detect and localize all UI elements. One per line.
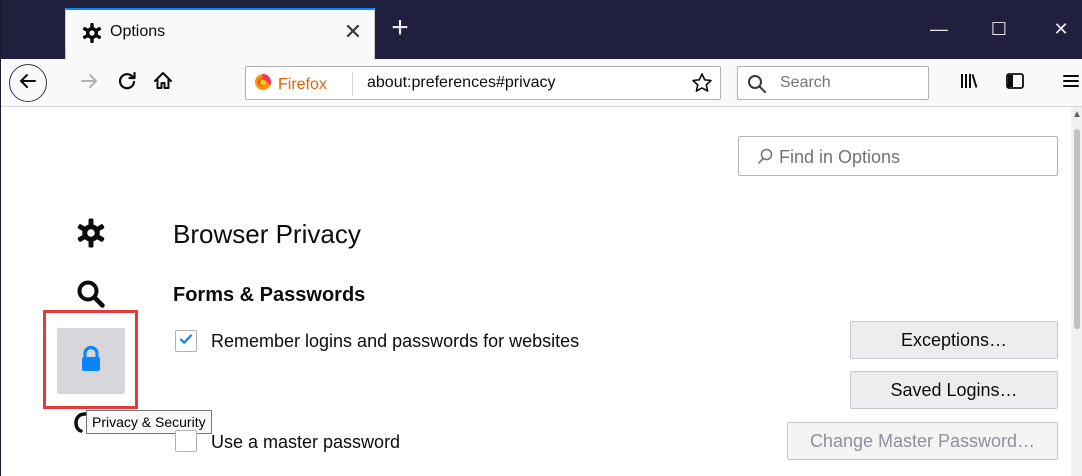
tab-options[interactable]: Options ✕	[65, 8, 375, 59]
category-general[interactable]	[75, 217, 107, 254]
master-password-checkbox[interactable]	[175, 430, 197, 452]
section-title: Forms & Passwords	[173, 284, 366, 306]
home-button[interactable]	[145, 65, 181, 101]
bookmark-star-icon[interactable]	[690, 71, 714, 95]
browser-window: Options ✕ + — ☐ ✕ Firefox about:preferen…	[0, 0, 1082, 476]
reload-button[interactable]	[109, 65, 145, 101]
page-title: Browser Privacy	[173, 219, 361, 249]
change-master-password-button[interactable]: Change Master Password…	[787, 422, 1058, 460]
sidebar-icon	[1005, 72, 1025, 95]
remember-logins-checkbox[interactable]	[175, 330, 197, 352]
url-separator	[352, 72, 353, 96]
remember-logins-label[interactable]: Remember logins and passwords for websit…	[211, 331, 579, 352]
tab-bar: Options ✕ + — ☐ ✕	[1, 0, 1082, 59]
back-arrow-icon	[18, 71, 38, 96]
preferences-content: Find in Options Privacy & Security Brows…	[1, 107, 1082, 476]
category-search[interactable]	[75, 279, 107, 313]
scroll-up-icon[interactable]: ▲	[1072, 109, 1082, 120]
new-tab-button[interactable]: +	[385, 13, 415, 44]
vertical-scrollbar[interactable]: ▲	[1071, 107, 1082, 476]
tab-close-icon[interactable]: ✕	[341, 20, 365, 44]
search-icon	[747, 74, 767, 99]
home-icon	[152, 70, 174, 97]
forward-arrow-icon	[79, 71, 99, 96]
forward-button[interactable]	[71, 65, 107, 101]
search-icon	[757, 148, 773, 171]
url-bar[interactable]: Firefox about:preferences#privacy	[245, 66, 721, 100]
exceptions-button[interactable]: Exceptions…	[850, 321, 1058, 359]
navigation-toolbar: Firefox about:preferences#privacy Search	[1, 59, 1082, 107]
search-bar[interactable]: Search	[737, 66, 929, 100]
maximize-button[interactable]: ☐	[979, 14, 1019, 44]
sidebar-button[interactable]	[997, 65, 1033, 101]
menu-button[interactable]	[1053, 65, 1082, 101]
gear-icon	[82, 22, 102, 44]
library-icon	[959, 72, 979, 95]
find-placeholder: Find in Options	[779, 147, 901, 167]
back-button[interactable]	[9, 64, 47, 102]
firefox-logo-icon	[254, 73, 272, 96]
scrollbar-thumb[interactable]	[1074, 129, 1080, 329]
identity-label: Firefox	[278, 75, 327, 93]
url-text[interactable]: about:preferences#privacy	[367, 74, 556, 92]
master-password-label[interactable]: Use a master password	[211, 432, 400, 453]
library-button[interactable]	[951, 65, 987, 101]
identity-box[interactable]: Firefox	[254, 73, 327, 96]
search-placeholder: Search	[780, 74, 831, 91]
checkmark-icon	[178, 331, 194, 352]
saved-logins-button[interactable]: Saved Logins…	[850, 371, 1058, 409]
close-window-button[interactable]: ✕	[1041, 14, 1081, 44]
highlight-box	[43, 310, 138, 409]
reload-icon	[116, 70, 138, 97]
find-in-options-field[interactable]: Find in Options	[738, 136, 1058, 176]
tab-title: Options	[110, 23, 166, 40]
minimize-button[interactable]: —	[919, 14, 959, 44]
hamburger-menu-icon	[1062, 73, 1080, 94]
gear-icon	[76, 217, 106, 254]
search-icon	[76, 279, 106, 314]
